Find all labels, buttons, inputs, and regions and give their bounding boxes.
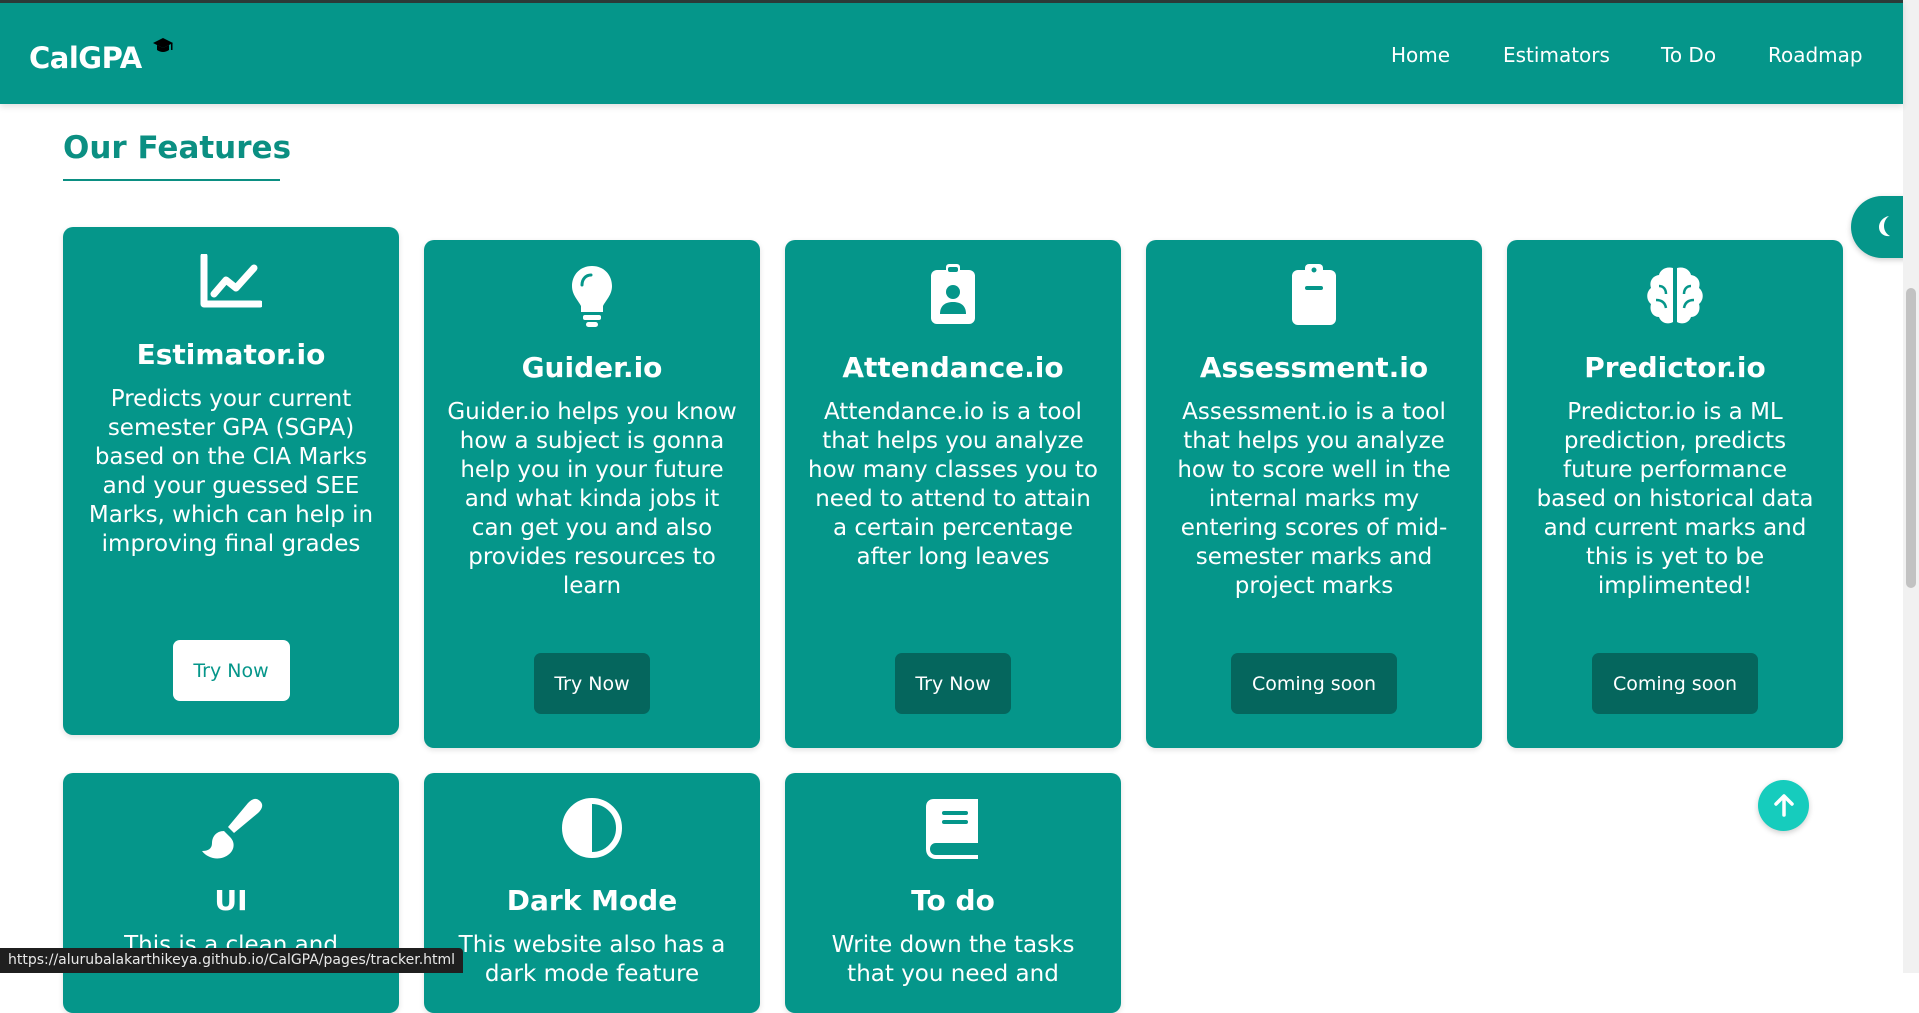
- clipboard-icon: [1292, 264, 1336, 325]
- card-description: Assessment.io is a tool that helps you a…: [1177, 399, 1451, 599]
- feature-card-predictor: Predictor.io Predictor.io is a ML predic…: [1507, 240, 1843, 748]
- scrollbar-thumb[interactable]: [1906, 288, 1916, 588]
- paintbrush-icon: [202, 798, 263, 859]
- card-description: Attendance.io is a tool that helps you a…: [808, 399, 1098, 570]
- feature-card-todo: To do Write down the tasks that you need…: [785, 773, 1121, 1013]
- section-underline: [63, 179, 280, 181]
- try-now-button[interactable]: Try Now: [895, 653, 1011, 714]
- navbar: CalGPA Home Estimators To Do Roadmap: [0, 0, 1903, 104]
- card-description: This website also has a dark mode featur…: [458, 932, 726, 987]
- card-title: Attendance.io: [842, 351, 1064, 384]
- card-title: Dark Mode: [506, 884, 678, 917]
- brain-icon: [1647, 267, 1703, 324]
- status-bar-url: https://alurubalakarthikeya.github.io/Ca…: [0, 948, 464, 973]
- id-badge-icon: [931, 264, 975, 324]
- card-description: Write down the tasks that you need and: [831, 932, 1075, 987]
- feature-card-guider: Guider.io Guider.io helps you know how a…: [424, 240, 760, 748]
- graduation-cap-icon: [153, 38, 173, 52]
- lightbulb-icon: [572, 266, 612, 327]
- feature-card-dark-mode: Dark Mode This website also has a dark m…: [424, 773, 760, 1013]
- scroll-to-top-button[interactable]: [1758, 780, 1809, 831]
- card-description: Predicts your current semester GPA (SGPA…: [88, 386, 374, 557]
- coming-soon-button[interactable]: Coming soon: [1231, 653, 1397, 714]
- card-title: To do: [911, 884, 995, 917]
- arrow-up-icon: [1774, 794, 1794, 817]
- feature-card-assessment: Assessment.io Assessment.io is a tool th…: [1146, 240, 1482, 748]
- card-title: Estimator.io: [136, 338, 326, 371]
- card-title: UI: [214, 884, 248, 917]
- moon-icon: [1879, 216, 1890, 237]
- feature-card-attendance: Attendance.io Attendance.io is a tool th…: [785, 240, 1121, 748]
- nav-roadmap[interactable]: Roadmap: [1768, 43, 1863, 67]
- feature-card-estimator: Estimator.io Predicts your current semes…: [63, 227, 399, 735]
- book-icon: [926, 799, 978, 859]
- feature-card-ui: UI This is a clean and: [63, 773, 399, 1013]
- card-title: Assessment.io: [1199, 351, 1429, 384]
- try-now-button[interactable]: Try Now: [534, 653, 650, 714]
- half-circle-icon: [562, 798, 622, 858]
- card-title: Guider.io: [521, 351, 663, 384]
- coming-soon-button[interactable]: Coming soon: [1592, 653, 1758, 714]
- card-description: Guider.io helps you know how a subject i…: [447, 399, 737, 599]
- try-now-button[interactable]: Try Now: [172, 640, 290, 701]
- nav-home[interactable]: Home: [1391, 43, 1450, 67]
- chart-line-icon: [200, 254, 262, 308]
- section-title: Our Features: [63, 130, 292, 166]
- brand-logo[interactable]: CalGPA: [29, 41, 142, 75]
- nav-todo[interactable]: To Do: [1661, 43, 1716, 67]
- card-description: Predictor.io is a ML prediction, predict…: [1536, 399, 1814, 599]
- nav-estimators[interactable]: Estimators: [1503, 43, 1610, 67]
- card-title: Predictor.io: [1584, 351, 1766, 384]
